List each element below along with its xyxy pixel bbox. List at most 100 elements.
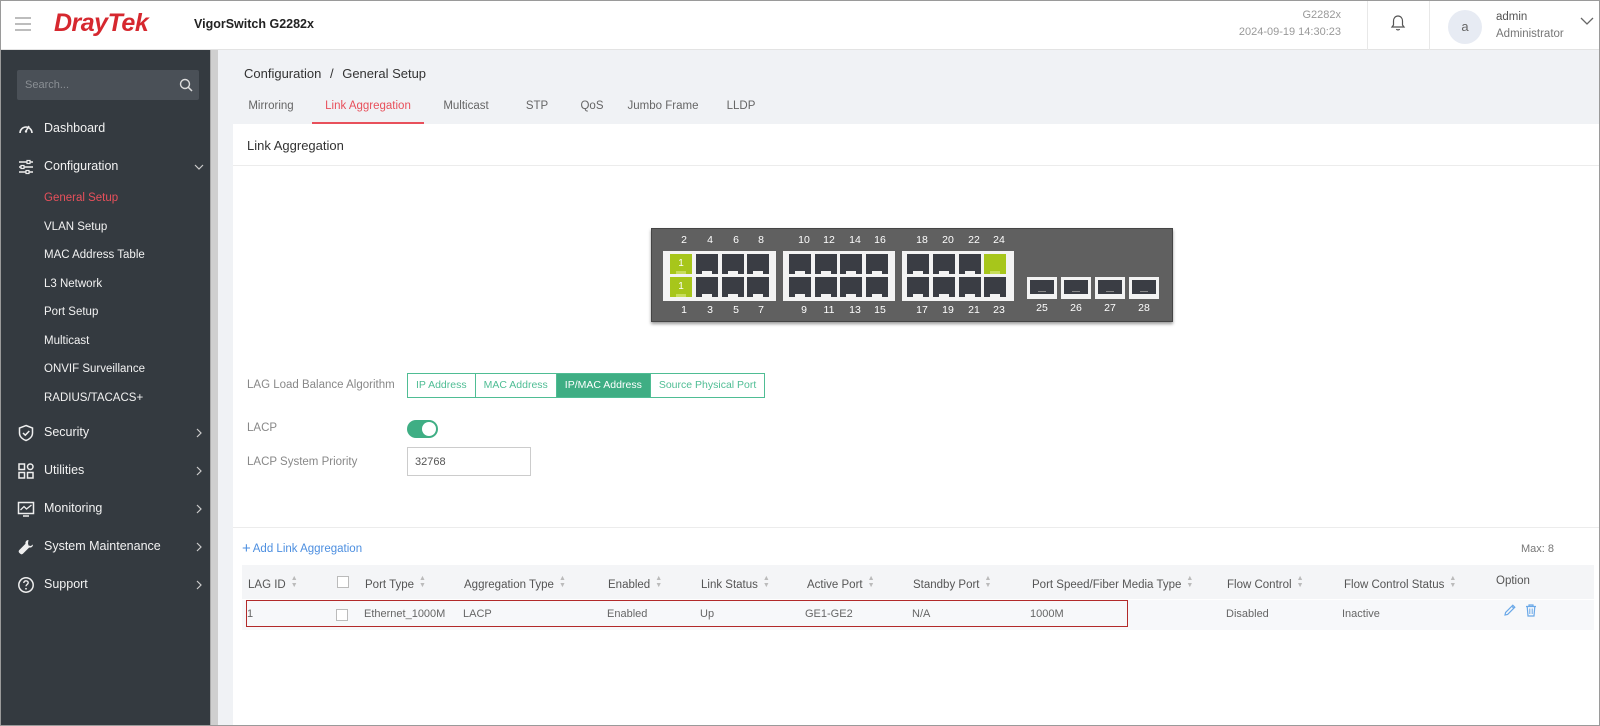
port-3[interactable] <box>696 277 718 297</box>
port-label: 19 <box>942 304 954 316</box>
sidebar-item-utilities[interactable]: Utilities <box>1 457 210 485</box>
trash-icon[interactable] <box>1524 603 1538 617</box>
search-input[interactable] <box>17 70 167 100</box>
port-12[interactable] <box>815 254 837 274</box>
port-9[interactable] <box>789 277 811 297</box>
column-header-flow-control[interactable]: Flow Control▲ ▼ <box>1227 575 1304 591</box>
port-5[interactable] <box>722 277 744 297</box>
algo-source-physical-port-button[interactable]: Source Physical Port <box>649 373 766 398</box>
tab-multicast[interactable]: Multicast <box>429 96 503 124</box>
top-header: DrayTek VigorSwitch G2282x G2282x 2024-0… <box>1 1 1599 50</box>
edit-icon[interactable] <box>1503 603 1517 617</box>
sfp-port-27[interactable] <box>1095 277 1125 299</box>
sidebar-scrollbar[interactable] <box>210 50 218 725</box>
port-2[interactable]: 1 <box>670 254 692 274</box>
port-21[interactable] <box>959 277 981 297</box>
sidebar-sub-radius-tacacs[interactable]: RADIUS/TACACS+ <box>44 392 143 404</box>
help-icon <box>18 577 34 593</box>
algo-ip-mac-address-button[interactable]: IP/MAC Address <box>555 373 651 398</box>
tab-mirroring[interactable]: Mirroring <box>233 96 309 124</box>
tab-lldp[interactable]: LLDP <box>711 96 771 124</box>
lag-id-label: 1 <box>678 258 684 269</box>
sidebar-sub-multicast[interactable]: Multicast <box>44 335 89 347</box>
user-role: Administrator <box>1496 28 1564 40</box>
port-label: 14 <box>849 234 861 246</box>
sidebar-item-label: System Maintenance <box>44 539 161 553</box>
column-header-flow-control-status[interactable]: Flow Control Status▲ ▼ <box>1344 575 1456 591</box>
port-16[interactable] <box>866 254 888 274</box>
user-avatar[interactable]: a <box>1448 10 1482 44</box>
port-label: 27 <box>1104 302 1116 314</box>
port-label: 24 <box>993 234 1005 246</box>
port-label: 17 <box>916 304 928 316</box>
port-6[interactable] <box>722 254 744 274</box>
sidebar-item-security[interactable]: Security <box>1 419 210 447</box>
sidebar-sub-port-setup[interactable]: Port Setup <box>44 306 98 318</box>
port-4[interactable] <box>696 254 718 274</box>
column-header-link-status[interactable]: Link Status▲ ▼ <box>701 575 770 591</box>
port-19[interactable] <box>933 277 955 297</box>
port-24[interactable] <box>984 254 1006 274</box>
select-all-checkbox[interactable] <box>337 576 349 588</box>
port-18[interactable] <box>907 254 929 274</box>
port-23[interactable] <box>984 277 1006 297</box>
sidebar-item-system-maintenance[interactable]: System Maintenance <box>1 533 210 561</box>
algo-ip-address-button[interactable]: IP Address <box>407 373 476 398</box>
sidebar-item-configuration[interactable]: Configuration <box>1 153 210 181</box>
column-header-lag-id[interactable]: LAG ID▲ ▼ <box>248 575 298 591</box>
lacp-toggle[interactable] <box>407 420 438 438</box>
add-link-aggregation-label: Add Link Aggregation <box>252 543 363 555</box>
breadcrumb-parent[interactable]: Configuration <box>244 66 321 81</box>
lag-algorithm-selector: IP Address MAC Address IP/MAC Address So… <box>407 373 766 398</box>
sidebar-item-monitoring[interactable]: Monitoring <box>1 495 210 523</box>
tab-jumbo-frame[interactable]: Jumbo Frame <box>616 96 710 124</box>
sidebar-item-dashboard[interactable]: Dashboard <box>1 115 210 143</box>
port-label: 26 <box>1070 302 1082 314</box>
sfp-port-28[interactable] <box>1129 277 1159 299</box>
header-divider <box>1429 1 1430 50</box>
chevron-down-icon[interactable] <box>1580 16 1594 26</box>
port-label: 16 <box>874 234 886 246</box>
bell-icon[interactable] <box>1390 14 1406 32</box>
sfp-port-26[interactable] <box>1061 277 1091 299</box>
column-header-port-speed[interactable]: Port Speed/Fiber Media Type▲ ▼ <box>1032 575 1193 591</box>
table-row[interactable]: 1 Ethernet_1000M LACP Enabled Up GE1-GE2… <box>242 600 1594 630</box>
port-15[interactable] <box>866 277 888 297</box>
hamburger-menu-icon[interactable] <box>15 17 31 31</box>
port-11[interactable] <box>815 277 837 297</box>
port-14[interactable] <box>840 254 862 274</box>
sidebar-sub-vlan-setup[interactable]: VLAN Setup <box>44 221 107 233</box>
sidebar-sub-mac-address-table[interactable]: MAC Address Table <box>44 249 145 261</box>
cell-aggregation-type: LACP <box>463 608 492 620</box>
lacp-priority-input[interactable] <box>407 447 531 476</box>
column-header-active-port[interactable]: Active Port▲ ▼ <box>807 575 875 591</box>
port-10[interactable] <box>789 254 811 274</box>
lacp-priority-label: LACP System Priority <box>247 456 358 468</box>
breadcrumb: Configuration / General Setup <box>244 66 426 81</box>
sfp-port-25[interactable] <box>1027 277 1057 299</box>
column-header-enabled[interactable]: Enabled▲ ▼ <box>608 575 662 591</box>
tab-qos[interactable]: QoS <box>567 96 617 124</box>
sidebar-sub-onvif-surveillance[interactable]: ONVIF Surveillance <box>44 363 145 375</box>
sidebar-item-support[interactable]: Support <box>1 571 210 599</box>
column-header-port-type[interactable]: Port Type▲ ▼ <box>365 575 426 591</box>
sidebar-sub-general-setup[interactable]: General Setup <box>44 192 118 204</box>
column-header-standby-port[interactable]: Standby Port▲ ▼ <box>913 575 991 591</box>
port-7[interactable] <box>747 277 769 297</box>
search-icon[interactable] <box>179 78 193 92</box>
port-label: 22 <box>968 234 980 246</box>
column-header-aggregation-type[interactable]: Aggregation Type▲ ▼ <box>464 575 566 591</box>
tab-stp[interactable]: STP <box>512 96 562 124</box>
column-header-option: Option <box>1496 575 1530 587</box>
port-20[interactable] <box>933 254 955 274</box>
port-17[interactable] <box>907 277 929 297</box>
port-13[interactable] <box>840 277 862 297</box>
port-22[interactable] <box>959 254 981 274</box>
tab-link-aggregation[interactable]: Link Aggregation <box>312 96 424 124</box>
algo-mac-address-button[interactable]: MAC Address <box>474 373 557 398</box>
sidebar-sub-l3-network[interactable]: L3 Network <box>44 278 102 290</box>
row-checkbox[interactable] <box>336 609 348 621</box>
port-1[interactable]: 1 <box>670 277 692 297</box>
port-8[interactable] <box>747 254 769 274</box>
add-link-aggregation-button[interactable]: + Add Link Aggregation <box>242 540 362 557</box>
